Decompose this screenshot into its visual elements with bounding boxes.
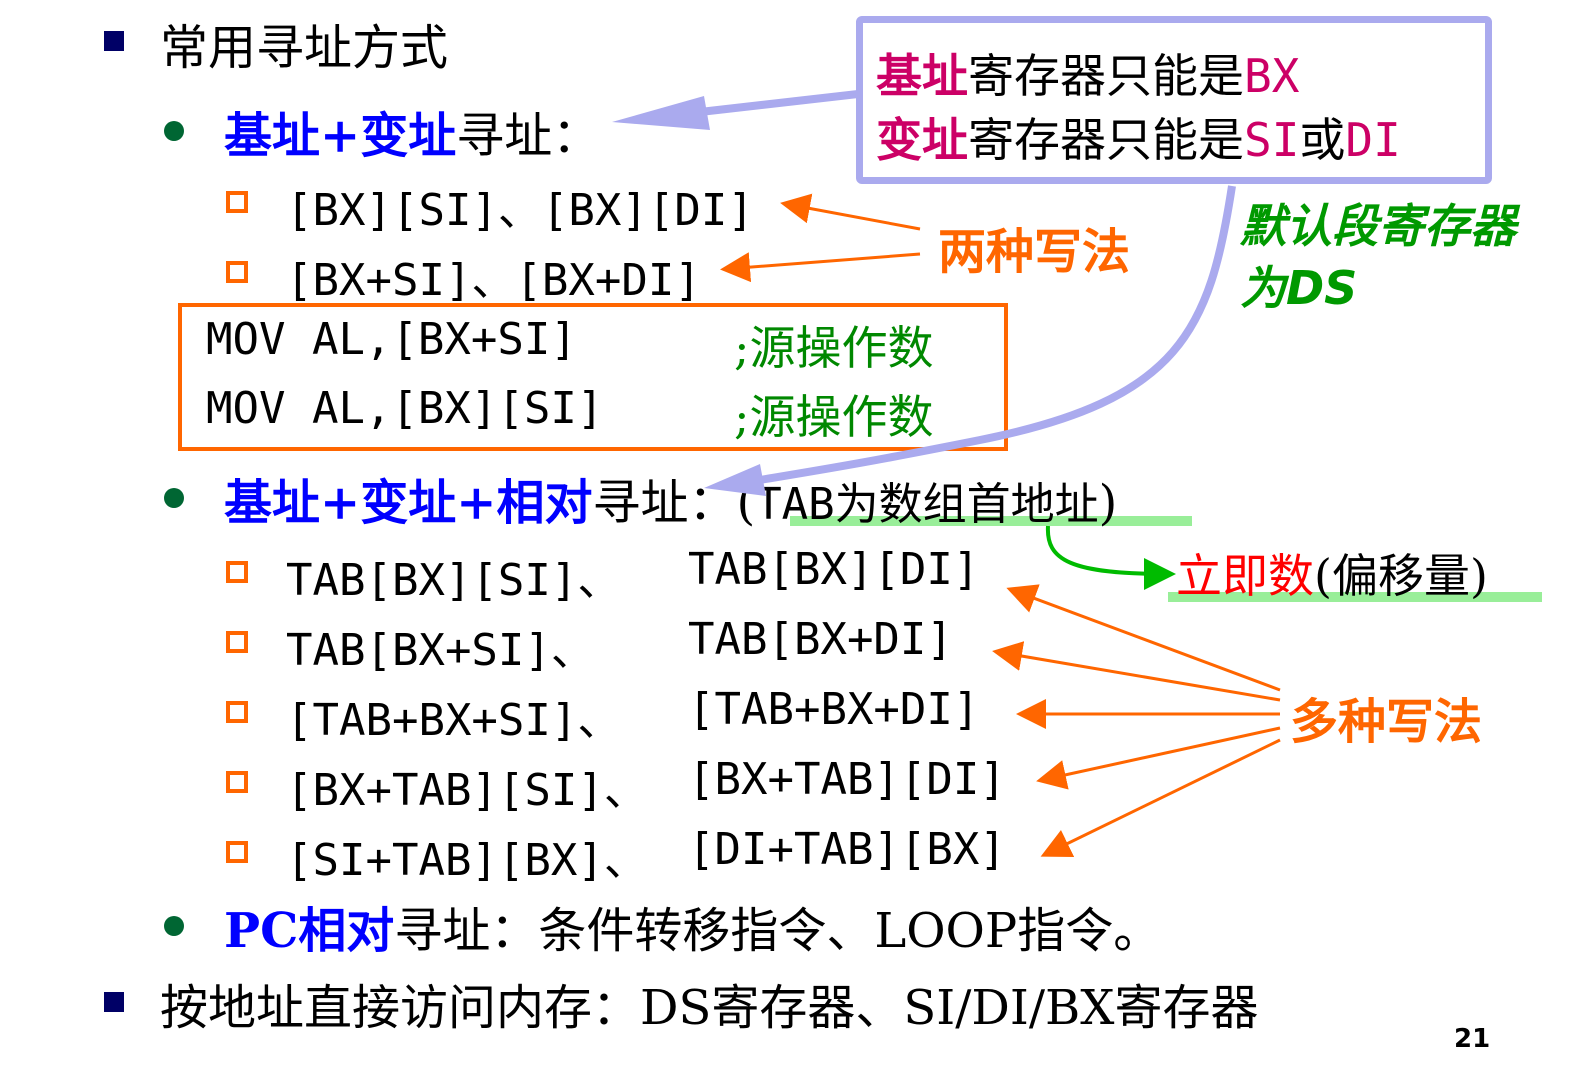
code-instruction: MOV AL,[BX+SI]: [206, 314, 577, 365]
callout-text: 寄存器只能是: [968, 113, 1244, 167]
many-ways-label: 多种写法: [1290, 694, 1483, 750]
hollow-square-bullet-icon: [226, 701, 248, 723]
round-bullet-icon: [164, 121, 184, 141]
two-ways-arrow-1: [780, 193, 921, 231]
base-index-relative-title: 基址+变址+相对寻址：(TAB为数组首地址): [224, 463, 1117, 533]
relative-syntax-right-3: [TAB+BX+DI]: [688, 684, 980, 735]
hollow-square-bullet-icon: [226, 191, 248, 213]
relative-syntax-left-4: [BX+TAB][SI]、: [286, 765, 648, 816]
code-comment-1: ;源操作数: [734, 321, 934, 375]
pc-relative-desc: 寻址：条件转移指令、LOOP指令。: [394, 903, 1162, 959]
two-ways-arrow-2: [720, 252, 921, 283]
page-number: 21: [1454, 1024, 1491, 1054]
hollow-square-bullet-icon: [226, 261, 248, 283]
pc-relative-line: PC相对寻址：条件转移指令、LOOP指令。: [224, 891, 1161, 961]
relative-syntax-left-1: TAB[BX][SI]、: [286, 555, 622, 606]
immediate-arrow: [1045, 525, 1176, 590]
base-index-relative-label: 基址+变址+相对: [224, 475, 593, 531]
callout-reg-bx: BX: [1244, 49, 1300, 103]
callout-text: 寄存器只能是: [968, 49, 1244, 103]
base-index-syntax-1: [BX][SI]、[BX][DI]: [286, 185, 754, 236]
heading-addressing-modes: 常用寻址方式: [160, 20, 449, 76]
callout-line-1: 基址寄存器只能是BX: [876, 40, 1299, 106]
hollow-square-bullet-icon: [226, 561, 248, 583]
offset-label: (偏移量): [1314, 549, 1488, 603]
pc-relative-label: PC相对: [224, 903, 395, 959]
callout-reg-si: SI: [1244, 113, 1300, 167]
callout-line-2: 变址寄存器只能是SI或DI: [876, 104, 1401, 170]
code-instruction: MOV AL,[BX][SI]: [206, 383, 604, 434]
code-comment-2: ;源操作数: [734, 390, 934, 444]
hollow-square-bullet-icon: [226, 841, 248, 863]
base-index-label: 基址+变址: [224, 108, 457, 164]
callout-reg-di: DI: [1345, 113, 1401, 167]
base-index-suffix: 寻址：: [456, 108, 601, 164]
callout-index-label: 变址: [876, 113, 968, 167]
base-index-relative-suffix: 寻址：(: [592, 475, 756, 531]
default-segment-line-1: 默认段寄存器: [1240, 199, 1516, 253]
many-ways-arrow-4: [1036, 726, 1281, 790]
memory-access-line: 按地址直接访问内存：DS寄存器、SI/DI/BX寄存器: [160, 980, 1259, 1036]
round-bullet-icon: [164, 488, 184, 508]
code-line-1: MOV AL,[BX+SI]: [206, 314, 577, 365]
hollow-square-bullet-icon: [226, 631, 248, 653]
many-ways-arrow-5: [1040, 738, 1281, 857]
default-segment-line-2: 为DS: [1240, 261, 1358, 315]
two-ways-label: 两种写法: [938, 224, 1131, 280]
square-bullet-icon: [104, 31, 124, 51]
callout-base-label: 基址: [876, 49, 968, 103]
callout-or: 或: [1299, 113, 1346, 167]
relative-syntax-right-4: [BX+TAB][DI]: [688, 754, 1006, 805]
base-index-title: 基址+变址寻址：: [224, 96, 600, 166]
close-paren: ): [1098, 475, 1118, 531]
immediate-offset-label: 立即数(偏移量): [1176, 540, 1488, 606]
many-ways-arrow-2: [992, 641, 1281, 702]
base-index-syntax-2: [BX+SI]、[BX+DI]: [286, 255, 701, 306]
relative-syntax-left-2: TAB[BX+SI]、: [286, 625, 595, 676]
relative-syntax-right-1: TAB[BX][DI]: [688, 544, 980, 595]
immediate-label: 立即数: [1176, 549, 1314, 603]
relative-syntax-left-3: [TAB+BX+SI]、: [286, 695, 622, 746]
tab-array-note: TAB为数组首地址: [755, 479, 1099, 530]
hollow-square-bullet-icon: [226, 771, 248, 793]
relative-syntax-right-5: [DI+TAB][BX]: [688, 824, 1006, 875]
callout-arrowhead: [612, 96, 710, 130]
round-bullet-icon: [164, 916, 184, 936]
callout-arrow: [699, 90, 859, 116]
relative-syntax-right-2: TAB[BX+DI]: [688, 614, 953, 665]
relative-syntax-left-5: [SI+TAB][BX]、: [286, 835, 648, 886]
code-line-2: MOV AL,[BX][SI]: [206, 383, 603, 434]
square-bullet-icon: [104, 992, 124, 1012]
